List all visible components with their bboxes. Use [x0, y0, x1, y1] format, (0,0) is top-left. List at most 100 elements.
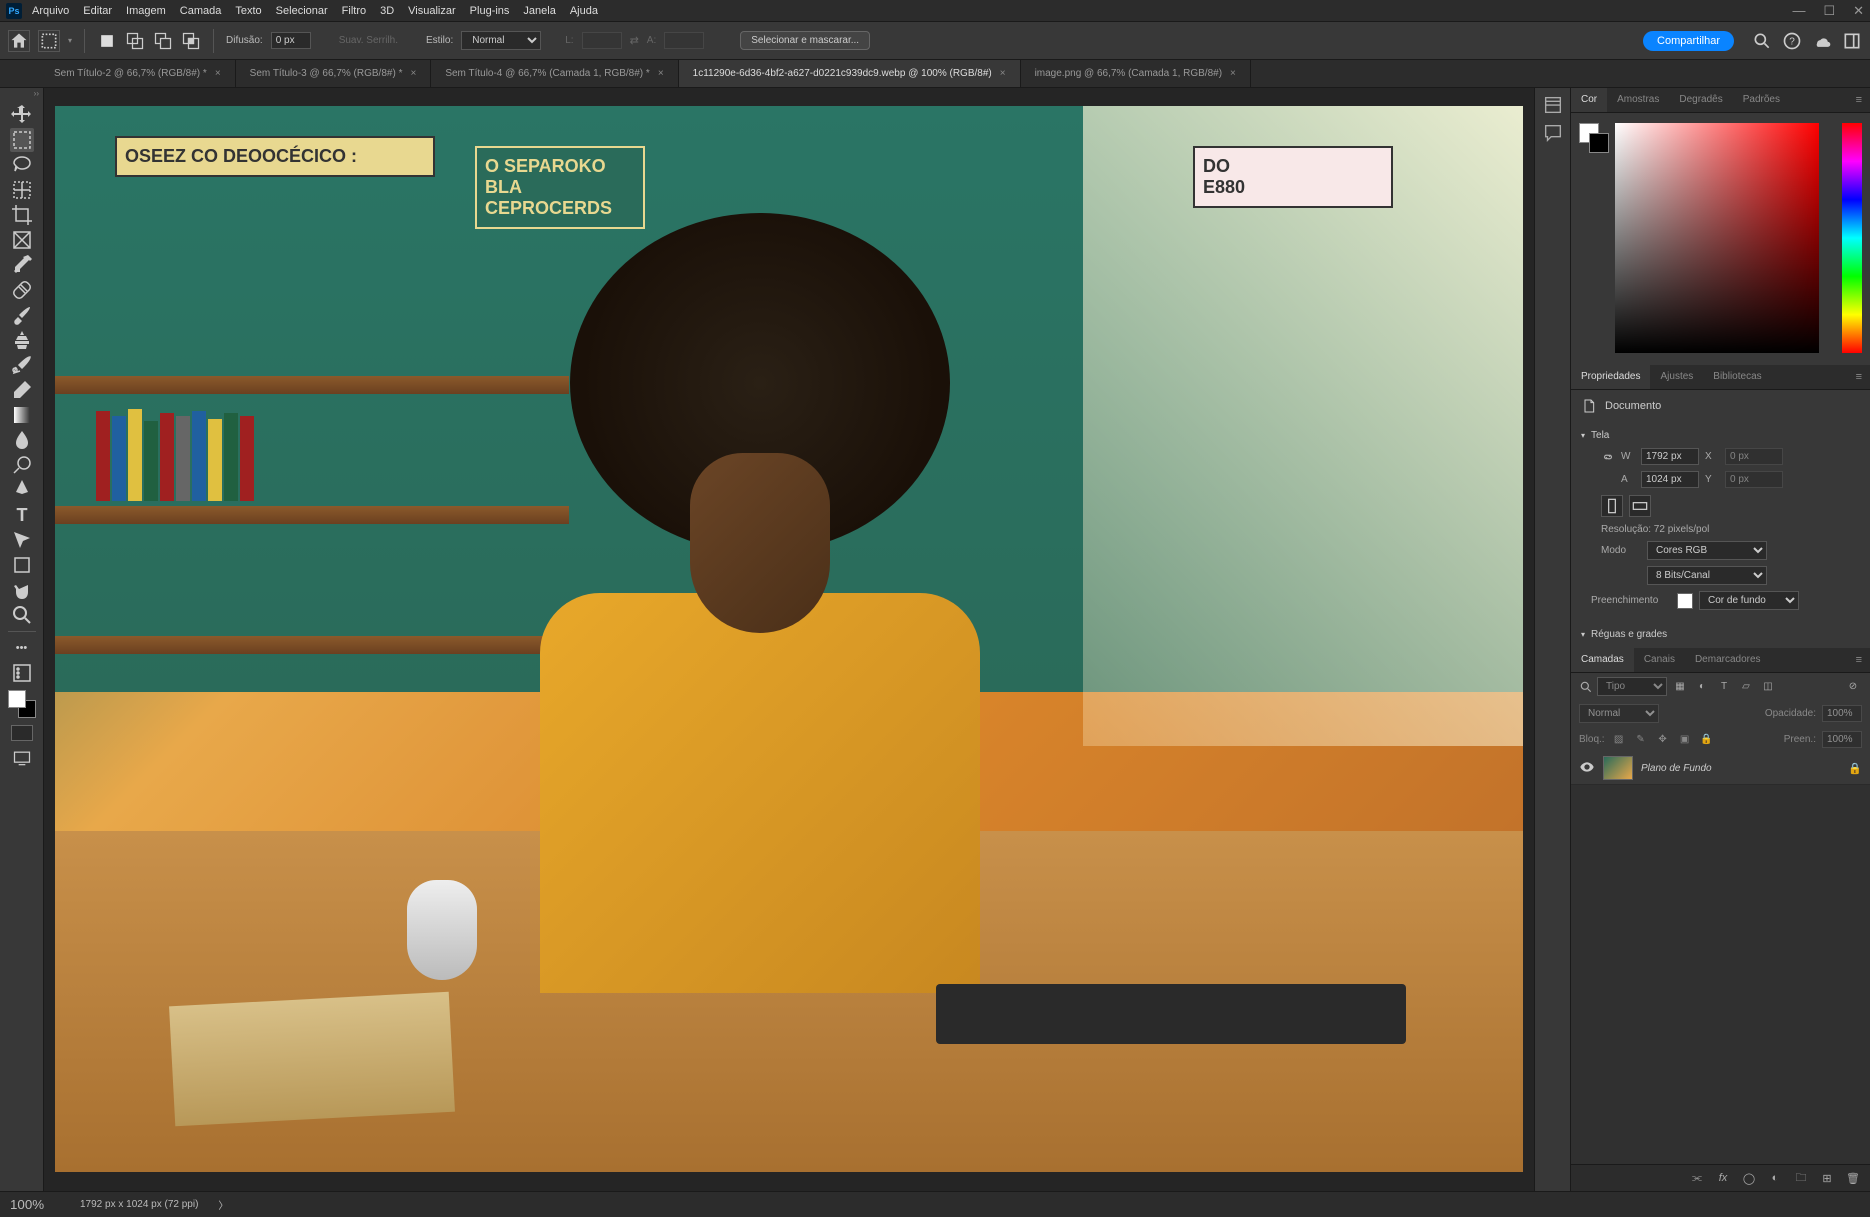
maximize-button[interactable]: ☐	[1823, 3, 1835, 19]
hand-tool[interactable]	[10, 578, 34, 602]
document-tab[interactable]: Sem Título-4 @ 66,7% (Camada 1, RGB/8#) …	[431, 60, 678, 87]
menu-3d[interactable]: 3D	[380, 5, 394, 17]
document-tab[interactable]: Sem Título-2 @ 66,7% (RGB/8#) *×	[40, 60, 236, 87]
close-icon[interactable]: ×	[1230, 68, 1236, 79]
select-and-mask-button[interactable]: Selecionar e mascarar...	[740, 31, 870, 50]
filter-type-icon[interactable]: T	[1715, 678, 1733, 696]
move-tool[interactable]	[10, 103, 34, 127]
tab-adjustments[interactable]: Ajustes	[1650, 365, 1703, 389]
menu-edit[interactable]: Editar	[83, 5, 112, 17]
canvas-area[interactable]: OSEEZ CO DEOOCÉCICO : O SEPAROKOBLACEPRO…	[44, 88, 1534, 1191]
mode-select[interactable]: Cores RGB	[1647, 541, 1767, 560]
fill-select[interactable]: Cor de fundo	[1699, 591, 1799, 610]
new-layer-icon[interactable]: ⊞	[1818, 1169, 1836, 1187]
bg-color-mini[interactable]	[1589, 133, 1609, 153]
filter-kind-select[interactable]: Tipo	[1597, 677, 1667, 696]
layer-thumbnail[interactable]	[1603, 756, 1633, 780]
menu-help[interactable]: Ajuda	[570, 5, 598, 17]
document-tab[interactable]: image.png @ 66,7% (Camada 1, RGB/8#)×	[1021, 60, 1251, 87]
home-button[interactable]	[8, 30, 30, 52]
lock-paint-icon[interactable]: ✎	[1633, 732, 1649, 748]
hue-slider[interactable]	[1842, 123, 1862, 353]
depth-select[interactable]: 8 Bits/Canal	[1647, 566, 1767, 585]
fill-swatch[interactable]	[1677, 593, 1693, 609]
minimize-button[interactable]: —	[1792, 3, 1805, 19]
tab-properties[interactable]: Propriedades	[1571, 365, 1650, 389]
lock-all-icon[interactable]: 🔒	[1699, 732, 1715, 748]
menu-image[interactable]: Imagem	[126, 5, 166, 17]
zoom-tool[interactable]	[10, 603, 34, 627]
tab-swatches[interactable]: Amostras	[1607, 88, 1669, 112]
workspace-icon[interactable]	[1842, 31, 1862, 51]
help-icon[interactable]: ?	[1782, 31, 1802, 51]
tab-paths[interactable]: Demarcadores	[1685, 648, 1771, 672]
collapse-icon[interactable]: ››	[34, 92, 39, 102]
crop-tool[interactable]	[10, 203, 34, 227]
document-tab-active[interactable]: 1c11290e-6d36-4bf2-a627-d0221c939dc9.web…	[679, 60, 1021, 87]
status-arrow[interactable]: 〉	[218, 1197, 228, 1212]
foreground-color[interactable]	[8, 690, 26, 708]
brush-tool[interactable]	[10, 303, 34, 327]
gradient-tool[interactable]	[10, 403, 34, 427]
eyedropper-tool[interactable]	[10, 253, 34, 277]
selection-new-icon[interactable]	[97, 31, 117, 51]
screen-mode-toggle[interactable]	[11, 748, 33, 768]
panel-menu-icon[interactable]: ≡	[1848, 88, 1870, 112]
tab-libraries[interactable]: Bibliotecas	[1703, 365, 1771, 389]
visibility-toggle[interactable]	[1579, 759, 1595, 778]
panel-menu-icon[interactable]: ≡	[1848, 365, 1870, 389]
tab-color[interactable]: Cor	[1571, 88, 1607, 112]
history-panel-icon[interactable]	[1542, 94, 1564, 116]
document-canvas[interactable]: OSEEZ CO DEOOCÉCICO : O SEPAROKOBLACEPRO…	[55, 106, 1523, 1172]
path-tool[interactable]	[10, 528, 34, 552]
close-icon[interactable]: ×	[1000, 68, 1006, 79]
marquee-tool[interactable]	[10, 128, 34, 152]
history-brush-tool[interactable]	[10, 353, 34, 377]
tool-preset-picker[interactable]	[38, 30, 60, 52]
height-input[interactable]	[1641, 471, 1699, 488]
eraser-tool[interactable]	[10, 378, 34, 402]
filter-toggle[interactable]: ⊘	[1844, 678, 1862, 696]
adjustment-icon[interactable]: ◐	[1766, 1169, 1784, 1187]
type-tool[interactable]: T	[10, 503, 34, 527]
document-tab[interactable]: Sem Título-3 @ 66,7% (RGB/8#) *×	[236, 60, 432, 87]
cloud-icon[interactable]	[1812, 31, 1832, 51]
shape-tool[interactable]	[10, 553, 34, 577]
menu-window[interactable]: Janela	[523, 5, 555, 17]
filter-pixel-icon[interactable]: ▦	[1671, 678, 1689, 696]
close-icon[interactable]: ×	[215, 68, 221, 79]
tab-patterns[interactable]: Padrões	[1733, 88, 1790, 112]
layer-name[interactable]: Plano de Fundo	[1641, 763, 1712, 774]
tab-channels[interactable]: Canais	[1634, 648, 1685, 672]
edit-toolbar[interactable]	[10, 661, 34, 685]
lasso-tool[interactable]	[10, 153, 34, 177]
blur-tool[interactable]	[10, 428, 34, 452]
mask-icon[interactable]: ◯	[1740, 1169, 1758, 1187]
orientation-landscape[interactable]	[1629, 495, 1651, 517]
filter-adjust-icon[interactable]: ◐	[1693, 678, 1711, 696]
frame-tool[interactable]	[10, 228, 34, 252]
menu-filter[interactable]: Filtro	[342, 5, 366, 17]
close-button[interactable]: ✕	[1853, 3, 1864, 19]
fx-icon[interactable]: fx	[1714, 1169, 1732, 1187]
clone-stamp-tool[interactable]	[10, 328, 34, 352]
rulers-section-toggle[interactable]: ▾Réguas e grades	[1581, 625, 1860, 644]
link-layers-icon[interactable]: ⫘	[1688, 1169, 1706, 1187]
link-icon[interactable]	[1601, 450, 1615, 464]
filter-search-icon[interactable]	[1579, 680, 1593, 694]
tab-gradients[interactable]: Degradês	[1669, 88, 1732, 112]
search-icon[interactable]	[1752, 31, 1772, 51]
pen-tool[interactable]	[10, 478, 34, 502]
zoom-input[interactable]	[10, 1197, 60, 1212]
menu-plugins[interactable]: Plug-ins	[470, 5, 510, 17]
color-field[interactable]	[1615, 123, 1819, 353]
close-icon[interactable]: ×	[410, 68, 416, 79]
tab-layers[interactable]: Camadas	[1571, 648, 1634, 672]
quick-mask-toggle[interactable]	[11, 725, 33, 741]
dodge-tool[interactable]	[10, 453, 34, 477]
share-button[interactable]: Compartilhar	[1643, 31, 1734, 51]
close-icon[interactable]: ×	[658, 68, 664, 79]
menu-view[interactable]: Visualizar	[408, 5, 456, 17]
style-select[interactable]: Normal	[461, 31, 541, 50]
menu-select[interactable]: Selecionar	[276, 5, 328, 17]
